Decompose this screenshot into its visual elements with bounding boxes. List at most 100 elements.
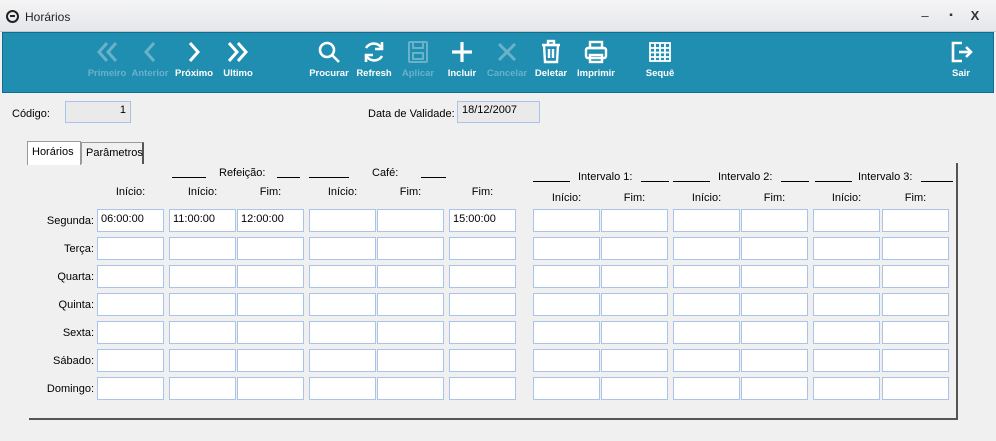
time-field-intervalo2-inicio[interactable] — [673, 293, 740, 316]
time-field-intervalo1-inicio[interactable] — [533, 237, 600, 260]
time-field-intervalo3-inicio[interactable] — [813, 321, 880, 344]
search-button[interactable]: Procurar — [306, 33, 352, 94]
sequence-button[interactable]: Sequê — [637, 33, 683, 94]
time-field-intervalo1-inicio[interactable] — [533, 321, 600, 344]
maximize-button[interactable]: ▪ — [940, 6, 962, 26]
time-field-intervalo3-fim[interactable] — [882, 377, 949, 400]
time-field-cafe2-inicio[interactable] — [309, 377, 376, 400]
time-field-cafe2-fim[interactable] — [377, 377, 444, 400]
time-field-cafe-inicio[interactable]: 06:00:00 — [97, 209, 164, 232]
time-field-intervalo1-inicio[interactable] — [533, 377, 600, 400]
time-field-intervalo1-fim[interactable] — [601, 377, 668, 400]
time-field-cafe-inicio[interactable] — [97, 265, 164, 288]
time-field-intervalo3-inicio[interactable] — [813, 237, 880, 260]
time-field-intervalo3-fim[interactable] — [882, 265, 949, 288]
time-field-intervalo2-inicio[interactable] — [673, 377, 740, 400]
time-field-intervalo2-fim[interactable] — [741, 349, 808, 372]
time-field-intervalo1-fim[interactable] — [601, 237, 668, 260]
time-field-refeicao-fim[interactable] — [237, 377, 304, 400]
time-field-intervalo2-inicio[interactable] — [673, 321, 740, 344]
time-field-refeicao-inicio[interactable] — [169, 321, 236, 344]
time-field-intervalo3-fim[interactable] — [882, 321, 949, 344]
time-field-cafe2-fim[interactable] — [377, 293, 444, 316]
time-field-intervalo1-inicio[interactable] — [533, 293, 600, 316]
time-field-intervalo3-inicio[interactable] — [813, 265, 880, 288]
time-field-cafe2-fim[interactable] — [377, 209, 444, 232]
time-field-cafe2-fim[interactable] — [377, 321, 444, 344]
delete-button[interactable]: Deletar — [528, 33, 574, 94]
validade-field[interactable]: 18/12/2007 — [457, 101, 540, 123]
time-field-cafe2-inicio[interactable] — [309, 293, 376, 316]
time-field-cafe2-inicio[interactable] — [309, 237, 376, 260]
time-field-intervalo3-fim[interactable] — [882, 293, 949, 316]
time-field-intervalo3-inicio[interactable] — [813, 209, 880, 232]
time-field-fim[interactable] — [449, 293, 516, 316]
last-button[interactable]: Ultimo — [215, 33, 261, 94]
time-field-refeicao-inicio[interactable] — [169, 265, 236, 288]
time-field-intervalo2-inicio[interactable] — [673, 237, 740, 260]
previous-button[interactable]: Anterior — [127, 33, 173, 94]
cancel-button[interactable]: Cancelar — [484, 33, 530, 94]
time-field-cafe-inicio[interactable] — [97, 293, 164, 316]
time-field-intervalo3-fim[interactable] — [882, 237, 949, 260]
time-field-intervalo1-inicio[interactable] — [533, 209, 600, 232]
apply-button[interactable]: Aplicar — [395, 33, 441, 94]
time-field-cafe2-inicio[interactable] — [309, 265, 376, 288]
time-field-intervalo2-fim[interactable] — [741, 209, 808, 232]
time-field-intervalo2-fim[interactable] — [741, 321, 808, 344]
time-field-intervalo3-inicio[interactable] — [813, 349, 880, 372]
time-field-intervalo1-fim[interactable] — [601, 293, 668, 316]
codigo-field[interactable]: 1 — [65, 101, 131, 123]
tab-parametros[interactable]: Parâmetros — [81, 142, 144, 164]
time-field-intervalo1-inicio[interactable] — [533, 265, 600, 288]
time-field-intervalo2-fim[interactable] — [741, 237, 808, 260]
time-field-cafe2-fim[interactable] — [377, 265, 444, 288]
time-field-intervalo1-inicio[interactable] — [533, 349, 600, 372]
time-field-refeicao-fim[interactable]: 12:00:00 — [237, 209, 304, 232]
time-field-cafe-inicio[interactable] — [97, 237, 164, 260]
time-field-intervalo2-inicio[interactable] — [673, 209, 740, 232]
time-field-cafe2-fim[interactable] — [377, 237, 444, 260]
time-field-refeicao-inicio[interactable] — [169, 237, 236, 260]
time-field-intervalo1-fim[interactable] — [601, 265, 668, 288]
time-field-intervalo3-inicio[interactable] — [813, 377, 880, 400]
time-field-refeicao-inicio[interactable] — [169, 377, 236, 400]
time-field-intervalo1-fim[interactable] — [601, 321, 668, 344]
print-button[interactable]: Imprimir — [571, 33, 621, 94]
time-field-fim[interactable]: 15:00:00 — [449, 209, 516, 232]
time-field-intervalo1-fim[interactable] — [601, 209, 668, 232]
time-field-fim[interactable] — [449, 321, 516, 344]
add-button[interactable]: Incluir — [439, 33, 485, 94]
time-field-intervalo2-inicio[interactable] — [673, 349, 740, 372]
time-field-cafe-inicio[interactable] — [97, 349, 164, 372]
time-field-refeicao-fim[interactable] — [237, 265, 304, 288]
time-field-intervalo2-fim[interactable] — [741, 293, 808, 316]
time-field-refeicao-inicio[interactable]: 11:00:00 — [169, 209, 236, 232]
time-field-intervalo3-fim[interactable] — [882, 209, 949, 232]
time-field-cafe2-inicio[interactable] — [309, 349, 376, 372]
time-field-refeicao-fim[interactable] — [237, 293, 304, 316]
time-field-fim[interactable] — [449, 265, 516, 288]
time-field-cafe-inicio[interactable] — [97, 321, 164, 344]
time-field-fim[interactable] — [449, 377, 516, 400]
time-field-intervalo3-fim[interactable] — [882, 349, 949, 372]
time-field-refeicao-fim[interactable] — [237, 321, 304, 344]
time-field-intervalo2-fim[interactable] — [741, 377, 808, 400]
next-button[interactable]: Próximo — [171, 33, 217, 94]
time-field-cafe2-inicio[interactable] — [309, 209, 376, 232]
tab-horarios[interactable]: Horários — [27, 141, 81, 165]
time-field-intervalo1-fim[interactable] — [601, 349, 668, 372]
time-field-fim[interactable] — [449, 349, 516, 372]
time-field-cafe-inicio[interactable] — [97, 377, 164, 400]
refresh-button[interactable]: Refresh — [351, 33, 397, 94]
time-field-cafe2-fim[interactable] — [377, 349, 444, 372]
time-field-refeicao-fim[interactable] — [237, 237, 304, 260]
minimize-button[interactable]: ‒ — [914, 6, 936, 26]
time-field-intervalo2-fim[interactable] — [741, 265, 808, 288]
time-field-refeicao-inicio[interactable] — [169, 349, 236, 372]
time-field-intervalo3-inicio[interactable] — [813, 293, 880, 316]
time-field-refeicao-inicio[interactable] — [169, 293, 236, 316]
time-field-fim[interactable] — [449, 237, 516, 260]
first-button[interactable]: Primeiro — [83, 33, 131, 94]
time-field-intervalo2-inicio[interactable] — [673, 265, 740, 288]
